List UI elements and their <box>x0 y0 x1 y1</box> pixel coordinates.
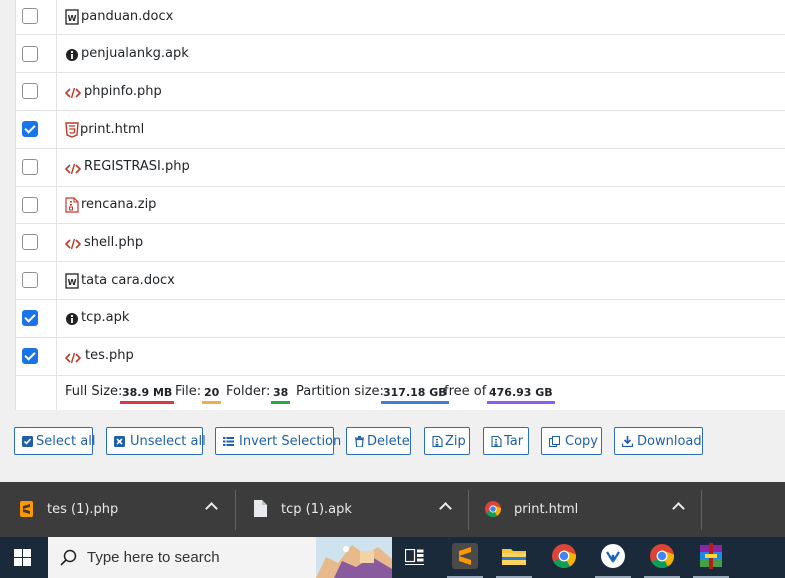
svg-text:W: W <box>68 278 77 287</box>
storage-summary: Full Size: 38.9 MB File: 20 Folder: 38 P… <box>57 376 785 410</box>
html5-icon <box>65 122 79 138</box>
download-file-name: print.html <box>514 502 579 517</box>
chrome-icon <box>485 501 501 517</box>
file-name[interactable]: print.html <box>80 122 144 137</box>
list-icon <box>223 437 234 446</box>
sublime-text-icon[interactable] <box>452 543 478 569</box>
table-row[interactable]: W panduan.docx <box>16 0 785 35</box>
file-name[interactable]: tcp.apk <box>81 310 129 325</box>
search-placeholder: Type here to search <box>87 549 220 566</box>
table-row[interactable]: penjualankg.apk <box>16 35 785 73</box>
chrome-icon[interactable] <box>551 543 577 569</box>
row-checkbox[interactable] <box>22 121 38 137</box>
info-circle-icon <box>66 313 78 325</box>
file-icon <box>254 500 267 517</box>
search-highlight-illustration <box>316 537 392 578</box>
downloads-bar: tes (1).php tcp (1).apk print.html <box>0 482 785 537</box>
app-installer-icon[interactable] <box>600 543 626 569</box>
sublime-file-icon <box>20 501 33 517</box>
archive-file-icon <box>65 197 79 213</box>
taskbar-search-box[interactable]: Type here to search <box>48 537 392 578</box>
windows-start-icon[interactable] <box>14 549 31 566</box>
delete-button[interactable]: Delete <box>346 427 411 455</box>
check-square-icon <box>22 436 33 447</box>
file-name[interactable]: panduan.docx <box>81 9 173 24</box>
row-checkbox[interactable] <box>22 8 38 24</box>
taskbar: Type here to search <box>0 537 785 578</box>
chevron-up-icon[interactable] <box>672 502 685 515</box>
download-item[interactable]: print.html <box>469 482 701 537</box>
chevron-up-icon[interactable] <box>205 502 218 515</box>
file-name[interactable]: tata cara.docx <box>81 273 175 288</box>
file-count-value: 20 <box>202 386 222 404</box>
full-size-label: Full Size: <box>65 384 123 399</box>
winrar-icon[interactable] <box>698 543 724 569</box>
select-all-button[interactable]: Select all <box>14 427 95 455</box>
chevron-up-icon[interactable] <box>439 502 452 515</box>
download-file-name: tes (1).php <box>47 502 119 517</box>
file-name[interactable]: REGISTRASI.php <box>84 159 190 174</box>
table-row[interactable]: W tata cara.docx <box>16 262 785 300</box>
table-row[interactable]: shell.php <box>16 224 785 262</box>
file-explorer-icon[interactable] <box>501 543 527 569</box>
file-count-label: File: <box>175 384 202 399</box>
folder-count-value: 38 <box>271 386 291 404</box>
x-square-icon <box>114 436 125 447</box>
row-checkbox[interactable] <box>22 46 38 62</box>
table-row[interactable]: rencana.zip <box>16 186 785 224</box>
task-view-icon[interactable] <box>405 549 424 566</box>
code-icon <box>65 238 81 250</box>
file-name[interactable]: phpinfo.php <box>84 84 162 99</box>
row-checkbox[interactable] <box>22 310 38 326</box>
invert-selection-button[interactable]: Invert Selection <box>215 427 341 455</box>
folder-count-label: Folder: <box>226 384 271 399</box>
row-checkbox[interactable] <box>22 348 38 364</box>
chrome-icon[interactable] <box>649 543 675 569</box>
svg-text:W: W <box>68 14 77 23</box>
file-name[interactable]: penjualankg.apk <box>81 46 189 61</box>
download-button[interactable]: Download <box>614 427 703 455</box>
partition-size-value: 317.18 GB <box>381 386 449 404</box>
row-checkbox[interactable] <box>22 272 38 288</box>
table-row[interactable]: tes.php <box>16 338 785 376</box>
archive-icon <box>432 436 443 447</box>
download-icon <box>622 436 633 447</box>
row-checkbox[interactable] <box>22 159 38 175</box>
row-checkbox[interactable] <box>22 234 38 250</box>
word-file-icon: W <box>65 9 79 25</box>
archive-icon <box>491 436 502 447</box>
code-icon <box>65 87 81 99</box>
code-icon <box>65 352 81 364</box>
download-item[interactable]: tcp (1).apk <box>236 482 468 537</box>
code-icon <box>65 163 81 175</box>
copy-button[interactable]: Copy <box>541 427 602 455</box>
info-circle-icon <box>66 49 78 61</box>
table-row[interactable]: tcp.apk <box>16 300 785 338</box>
total-size-value: 476.93 GB <box>487 386 555 404</box>
file-table: W panduan.docx penjualankg.apk phpinfo.p… <box>15 0 785 410</box>
divider <box>701 490 702 530</box>
zip-button[interactable]: Zip <box>424 427 470 455</box>
free-of-label: free of <box>444 384 487 399</box>
tar-button[interactable]: Tar <box>483 427 529 455</box>
file-name[interactable]: shell.php <box>84 235 143 250</box>
unselect-all-button[interactable]: Unselect all <box>106 427 206 455</box>
file-name[interactable]: rencana.zip <box>81 197 156 212</box>
table-row[interactable]: print.html <box>16 111 785 149</box>
row-checkbox[interactable] <box>22 197 38 213</box>
copy-icon <box>549 436 560 447</box>
full-size-value: 38.9 MB <box>120 386 175 404</box>
trash-icon <box>355 436 364 447</box>
download-item[interactable]: tes (1).php <box>0 482 235 537</box>
partition-size-label: Partition size: <box>296 384 384 399</box>
word-file-icon: W <box>65 273 79 289</box>
row-checkbox[interactable] <box>22 83 38 99</box>
file-name[interactable]: tes.php <box>85 348 134 363</box>
file-manager-window: W panduan.docx penjualankg.apk phpinfo.p… <box>0 0 785 578</box>
download-file-name: tcp (1).apk <box>281 502 352 517</box>
table-row[interactable]: phpinfo.php <box>16 73 785 111</box>
table-row[interactable]: REGISTRASI.php <box>16 149 785 187</box>
search-icon <box>60 549 77 566</box>
